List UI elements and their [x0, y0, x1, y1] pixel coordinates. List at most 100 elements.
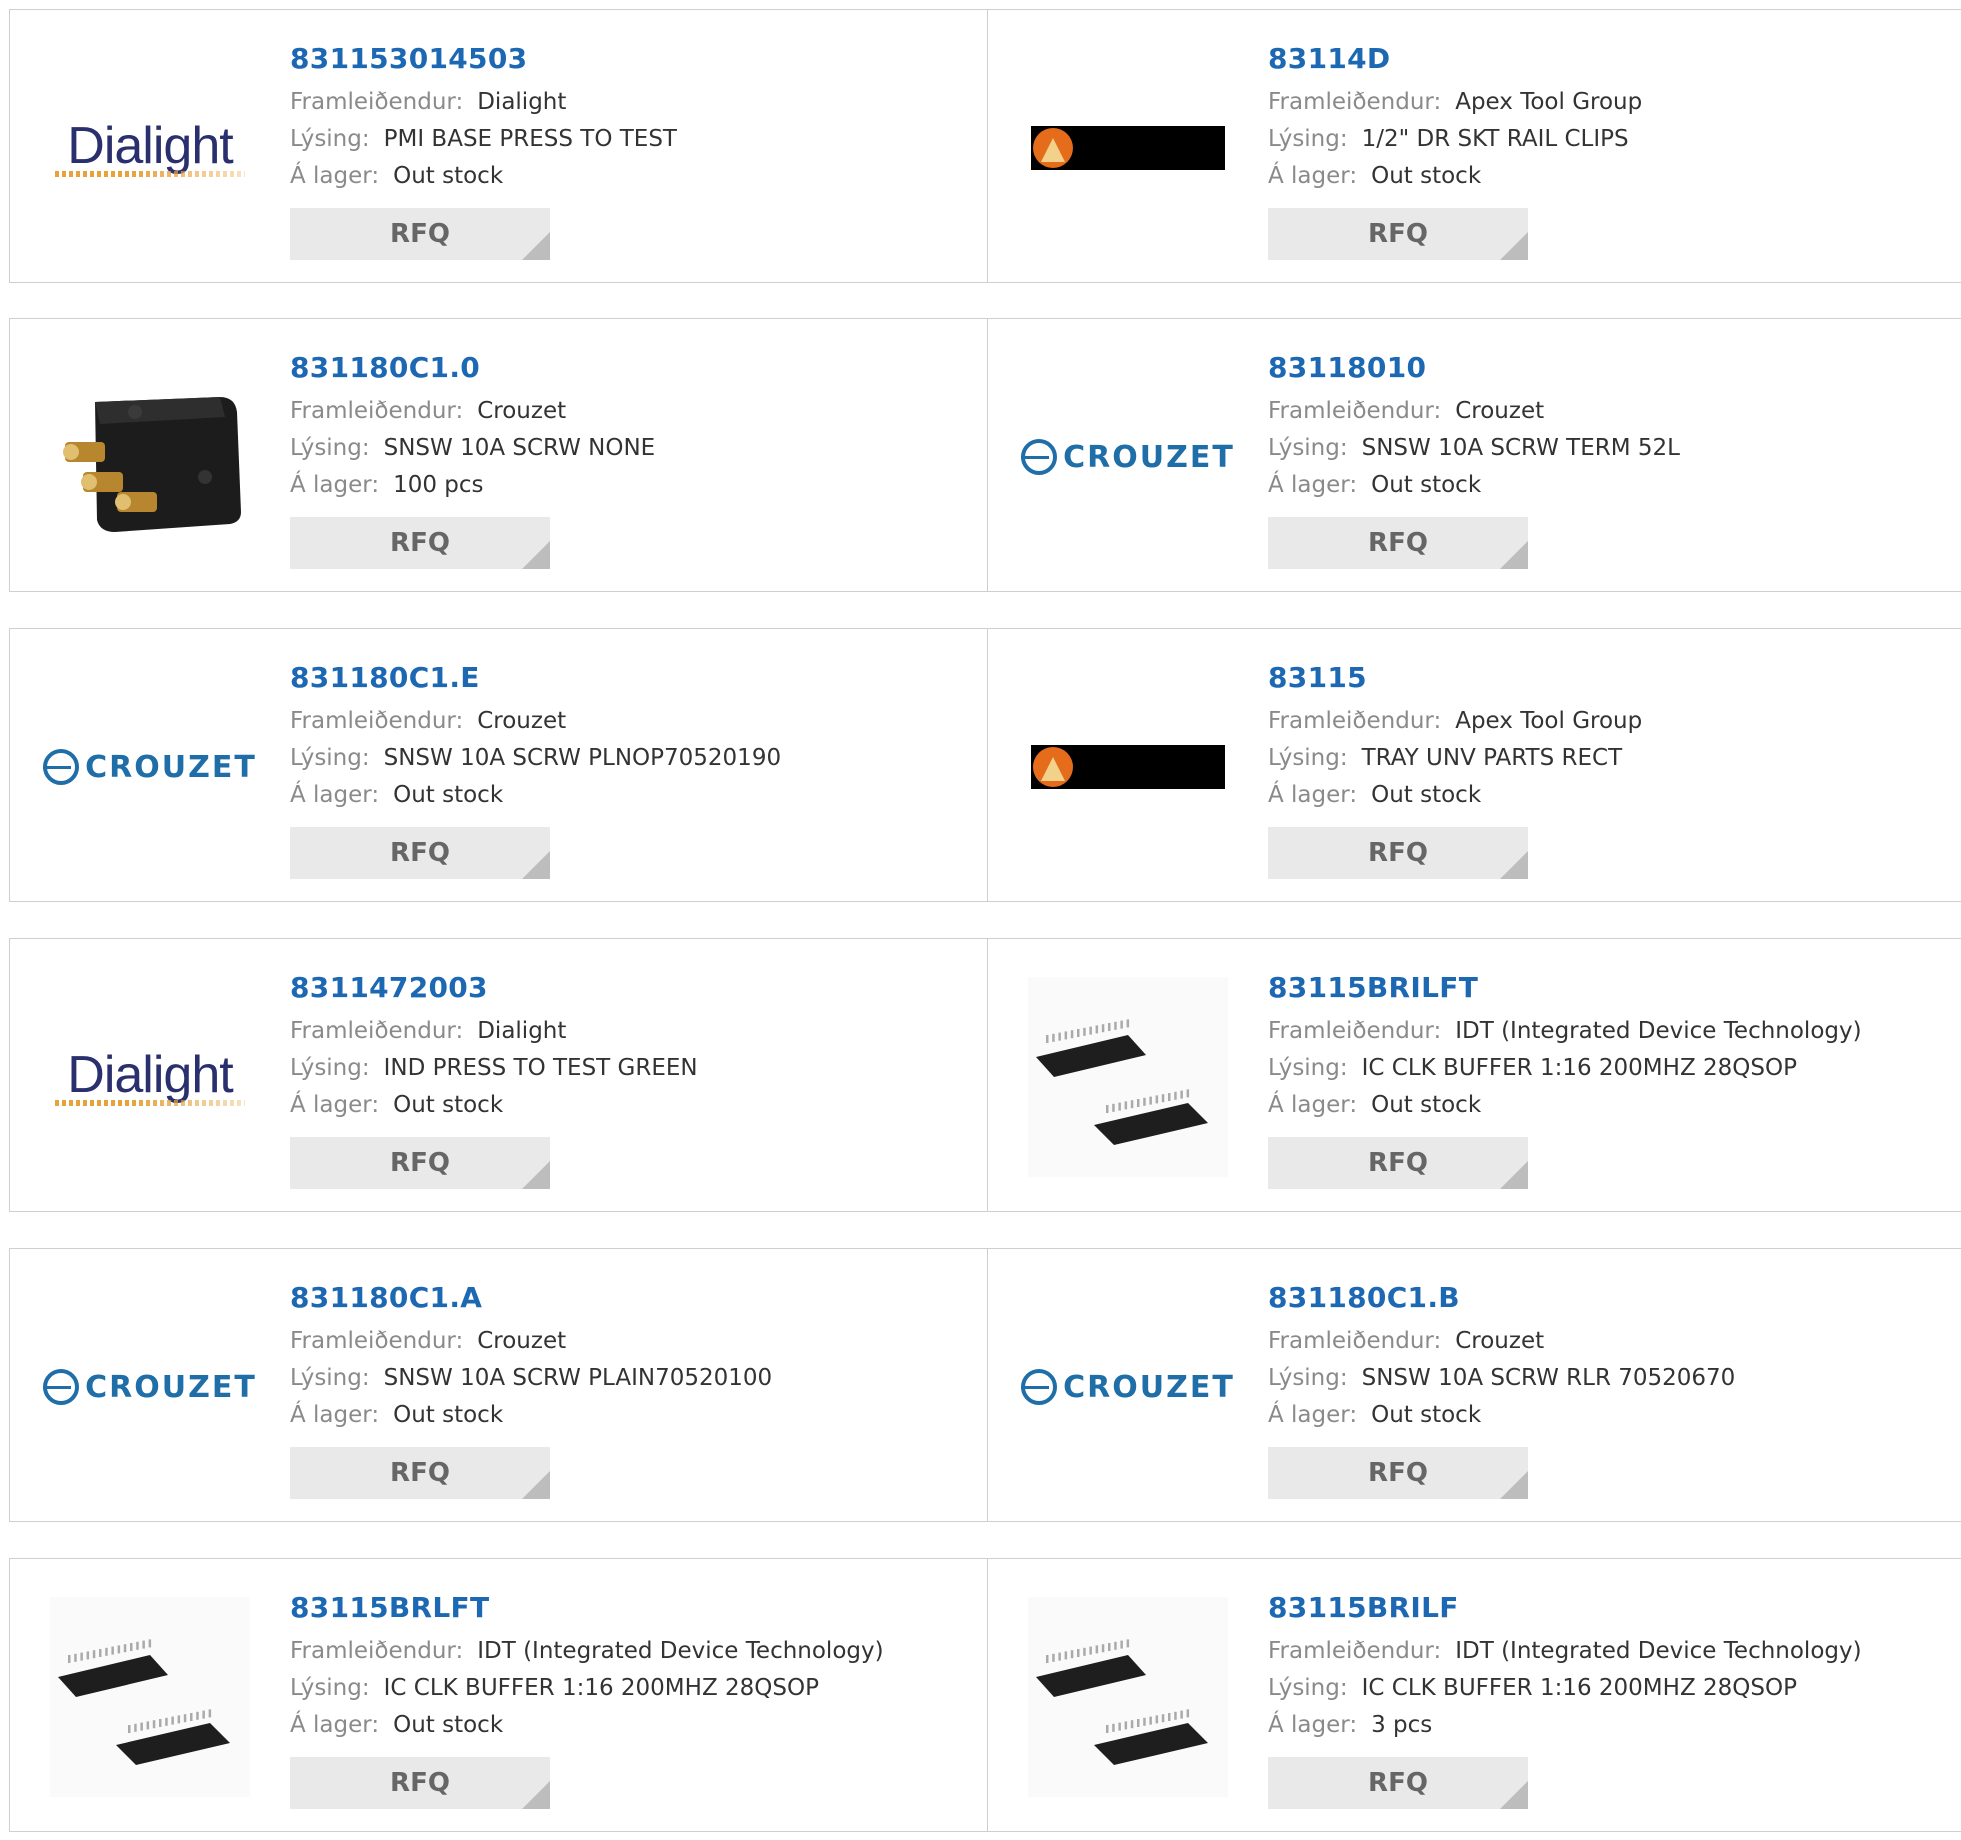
stock-label: Á lager:	[1268, 163, 1358, 189]
rfq-label: RFQ	[390, 1148, 450, 1178]
description-value: SNSW 10A SCRW PLAIN70520100	[383, 1365, 773, 1391]
description-row: Lýsing: SNSW 10A SCRW TERM 52L	[1268, 430, 1680, 467]
rfq-button[interactable]: RFQ	[1268, 208, 1528, 260]
manufacturer-label: Framleiðendur:	[290, 1328, 464, 1354]
manufacturer-row: Framleiðendur: Crouzet	[1268, 393, 1680, 430]
product-image[interactable]: CROUZET	[43, 1287, 255, 1487]
product-row: CROUZET 831180C1.A Framleiðendur: Crouzet…	[9, 1248, 1961, 1522]
manufacturer-row: Framleiðendur: IDT (Integrated Device Tec…	[1268, 1013, 1862, 1050]
rfq-button[interactable]: RFQ	[290, 1447, 550, 1499]
stock-value: Out stock	[393, 1402, 504, 1428]
manufacturer-value: IDT (Integrated Device Technology)	[1455, 1638, 1862, 1664]
stock-value: Out stock	[393, 163, 504, 189]
part-number-link[interactable]: 83115BRILFT	[1268, 971, 1862, 1005]
product-image[interactable]	[1028, 48, 1228, 248]
apex-logo	[1031, 126, 1225, 170]
product-card: 83115BRILFT Framleiðendur: IDT (Integrate…	[987, 939, 1961, 1211]
product-image[interactable]	[50, 1597, 250, 1797]
part-number-link[interactable]: 83114D	[1268, 42, 1642, 76]
description-value: TRAY UNV PARTS RECT	[1361, 745, 1623, 771]
rfq-button[interactable]: RFQ	[290, 208, 550, 260]
part-number-link[interactable]: 831180C1.0	[290, 351, 655, 385]
stock-value: Out stock	[393, 1092, 504, 1118]
part-number-link[interactable]: 831153014503	[290, 42, 677, 76]
manufacturer-value: Apex Tool Group	[1455, 89, 1643, 115]
description-row: Lýsing: IC CLK BUFFER 1:16 200MHZ 28QSOP	[1268, 1050, 1862, 1087]
product-image[interactable]	[1028, 1597, 1228, 1797]
description-label: Lýsing:	[1268, 435, 1348, 461]
rfq-button[interactable]: RFQ	[290, 1137, 550, 1189]
manufacturer-value: IDT (Integrated Device Technology)	[1455, 1018, 1862, 1044]
ic-chip-photo	[1028, 977, 1228, 1177]
crouzet-ring-icon	[43, 749, 80, 785]
description-value: IC CLK BUFFER 1:16 200MHZ 28QSOP	[1361, 1055, 1797, 1081]
product-info: 83114D Framleiðendur: Apex Tool Group Lýs…	[1268, 42, 1642, 260]
description-value: SNSW 10A SCRW RLR 70520670	[1361, 1365, 1736, 1391]
manufacturer-value: Dialight	[477, 1018, 567, 1044]
product-image[interactable]	[1028, 667, 1228, 867]
manufacturer-row: Framleiðendur: Apex Tool Group	[1268, 703, 1642, 740]
crouzet-ring-icon	[1021, 1369, 1058, 1405]
description-row: Lýsing: SNSW 10A SCRW NONE	[290, 430, 655, 467]
product-image[interactable]: Dialight	[50, 48, 250, 248]
product-card: CROUZET 831180C1.A Framleiðendur: Crouzet…	[10, 1249, 987, 1521]
manufacturer-row: Framleiðendur: IDT (Integrated Device Tec…	[290, 1633, 884, 1670]
product-info: 831180C1.B Framleiðendur: Crouzet Lýsing:…	[1268, 1281, 1735, 1499]
rfq-button[interactable]: RFQ	[1268, 1757, 1528, 1809]
corner-triangle-icon	[1500, 1161, 1528, 1189]
description-label: Lýsing:	[1268, 1365, 1348, 1391]
part-number-link[interactable]: 83115	[1268, 661, 1642, 695]
product-card: 83115BRILF Framleiðendur: IDT (Integrated…	[987, 1559, 1961, 1831]
manufacturer-label: Framleiðendur:	[1268, 708, 1442, 734]
rfq-button[interactable]: RFQ	[1268, 1137, 1528, 1189]
manufacturer-row: Framleiðendur: Dialight	[290, 1013, 698, 1050]
description-row: Lýsing: SNSW 10A SCRW PLNOP70520190	[290, 740, 781, 777]
manufacturer-label: Framleiðendur:	[290, 708, 464, 734]
description-row: Lýsing: TRAY UNV PARTS RECT	[1268, 740, 1642, 777]
product-image[interactable]	[1028, 977, 1228, 1177]
snap-switch-photo	[63, 397, 241, 532]
part-number-link[interactable]: 831180C1.B	[1268, 1281, 1735, 1315]
ic-chip-photo	[50, 1597, 250, 1797]
corner-triangle-icon	[1500, 541, 1528, 569]
product-image[interactable]: CROUZET	[1021, 357, 1233, 557]
description-label: Lýsing:	[1268, 1055, 1348, 1081]
stock-value: Out stock	[1371, 472, 1482, 498]
corner-triangle-icon	[1500, 1471, 1528, 1499]
product-image[interactable]	[50, 357, 250, 557]
stock-label: Á lager:	[1268, 1712, 1358, 1738]
part-number-link[interactable]: 83118010	[1268, 351, 1680, 385]
product-grid: Dialight 831153014503 Framleiðendur: Dial…	[0, 0, 1961, 1840]
stock-value: Out stock	[1371, 1402, 1482, 1428]
dialight-wordmark: Dialight	[67, 117, 233, 175]
rfq-button[interactable]: RFQ	[290, 517, 550, 569]
product-image[interactable]: Dialight	[50, 977, 250, 1177]
description-label: Lýsing:	[290, 435, 370, 461]
product-image[interactable]: CROUZET	[1021, 1287, 1233, 1487]
stock-row: Á lager: Out stock	[1268, 158, 1642, 195]
rfq-button[interactable]: RFQ	[1268, 827, 1528, 879]
product-info: 83115BRILF Framleiðendur: IDT (Integrated…	[1268, 1591, 1862, 1809]
rfq-button[interactable]: RFQ	[1268, 517, 1528, 569]
rfq-button[interactable]: RFQ	[290, 1757, 550, 1809]
part-number-link[interactable]: 831180C1.A	[290, 1281, 772, 1315]
crouzet-wordmark: CROUZET	[1063, 1369, 1235, 1405]
part-number-link[interactable]: 831180C1.E	[290, 661, 781, 695]
part-number-link[interactable]: 83115BRLFT	[290, 1591, 884, 1625]
part-number-link[interactable]: 8311472003	[290, 971, 698, 1005]
description-label: Lýsing:	[1268, 745, 1348, 771]
rfq-button[interactable]: RFQ	[1268, 1447, 1528, 1499]
manufacturer-label: Framleiðendur:	[290, 1638, 464, 1664]
rfq-label: RFQ	[1368, 1458, 1428, 1488]
stock-label: Á lager:	[290, 472, 380, 498]
dialight-logo: Dialight	[55, 119, 245, 177]
stock-row: Á lager: Out stock	[290, 1087, 698, 1124]
rfq-label: RFQ	[390, 1768, 450, 1798]
ic-chip-photo	[1028, 1597, 1228, 1797]
manufacturer-value: IDT (Integrated Device Technology)	[477, 1638, 884, 1664]
part-number-link[interactable]: 83115BRILF	[1268, 1591, 1862, 1625]
rfq-button[interactable]: RFQ	[290, 827, 550, 879]
crouzet-logo: CROUZET	[43, 749, 257, 785]
stock-row: Á lager: Out stock	[1268, 1087, 1862, 1124]
product-image[interactable]: CROUZET	[43, 667, 255, 867]
